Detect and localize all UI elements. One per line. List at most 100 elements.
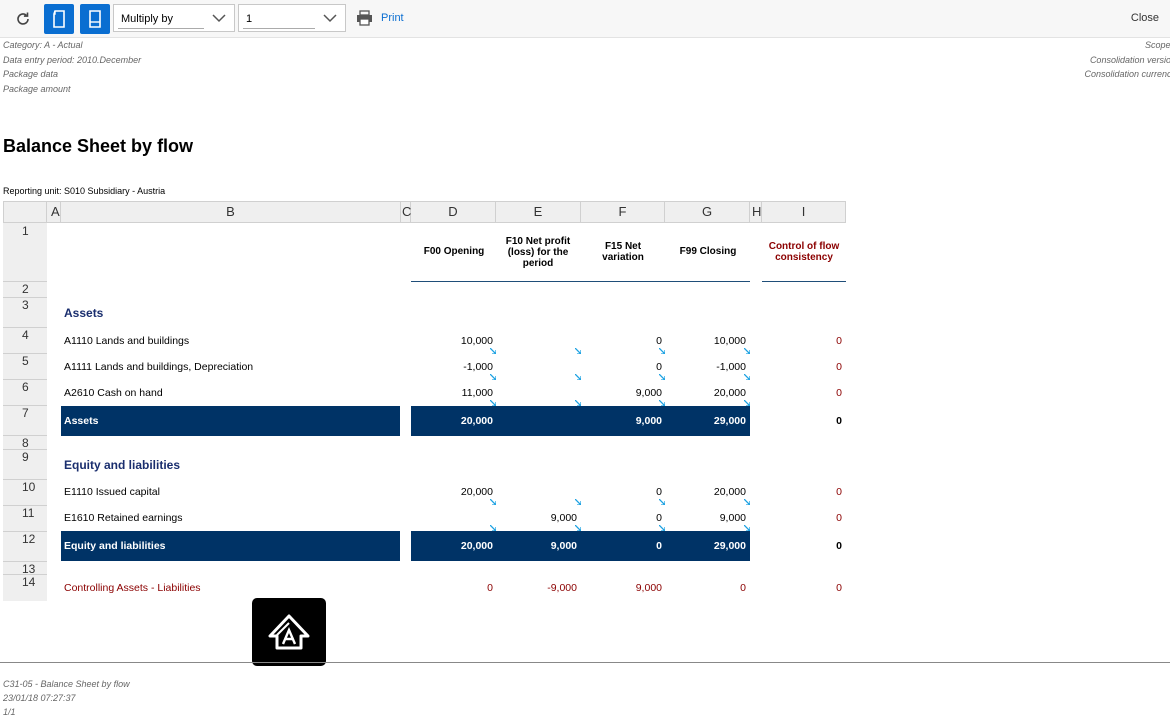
row-header-13[interactable]: 13 bbox=[3, 561, 47, 576]
app-logo bbox=[252, 598, 326, 666]
row-label-e1110: E1110 Issued capital bbox=[64, 486, 160, 498]
drilldown-arrow-icon[interactable] bbox=[490, 400, 496, 406]
reporting-unit: Reporting unit: S010 Subsidiary - Austri… bbox=[3, 186, 166, 196]
close-button[interactable]: Close bbox=[1131, 12, 1159, 24]
column-header-f[interactable]: F bbox=[581, 201, 665, 223]
cell-e1610-f[interactable]: 0 bbox=[581, 512, 662, 524]
column-header-d[interactable]: D bbox=[411, 201, 496, 223]
cell-a1111-f[interactable]: 0 bbox=[581, 361, 662, 373]
drilldown-arrow-icon[interactable] bbox=[659, 400, 665, 406]
column-header-a[interactable]: A bbox=[47, 201, 61, 223]
cell-controlling-f[interactable]: 9,000 bbox=[581, 582, 662, 594]
row-header-4[interactable]: 4 bbox=[3, 327, 47, 353]
row-header-9[interactable]: 9 bbox=[3, 449, 47, 479]
drilldown-arrow-icon[interactable] bbox=[744, 525, 750, 531]
assets-total-g[interactable]: 29,000 bbox=[665, 415, 746, 427]
header-f10-net-profit: F10 Net profit (loss) for the period bbox=[505, 236, 571, 269]
fit-page-button[interactable] bbox=[80, 4, 110, 34]
equity-total-g[interactable]: 29,000 bbox=[665, 540, 746, 552]
footer-divider bbox=[0, 662, 1170, 663]
column-header-g[interactable]: G bbox=[665, 201, 750, 223]
column-header-e[interactable]: E bbox=[496, 201, 581, 223]
cell-e1610-i[interactable]: 0 bbox=[762, 512, 842, 524]
section-equity-liabilities: Equity and liabilities bbox=[64, 458, 181, 472]
drilldown-arrow-icon[interactable] bbox=[490, 499, 496, 505]
column-header-c[interactable]: C bbox=[401, 201, 411, 223]
row-header-14[interactable]: 14 bbox=[3, 574, 47, 601]
cell-e1610-e[interactable]: 9,000 bbox=[496, 512, 577, 524]
cell-controlling-g[interactable]: 0 bbox=[665, 582, 746, 594]
row-header-8[interactable]: 8 bbox=[3, 435, 47, 450]
equity-total-d[interactable]: 20,000 bbox=[411, 540, 493, 552]
drilldown-arrow-icon[interactable] bbox=[744, 374, 750, 380]
row-header-5[interactable]: 5 bbox=[3, 353, 47, 379]
drilldown-arrow-icon[interactable] bbox=[575, 525, 581, 531]
row-header-7[interactable]: 7 bbox=[3, 405, 47, 435]
cell-a2610-i[interactable]: 0 bbox=[762, 387, 842, 399]
cell-e1110-d[interactable]: 20,000 bbox=[411, 486, 493, 498]
drilldown-arrow-icon[interactable] bbox=[744, 400, 750, 406]
cell-controlling-d[interactable]: 0 bbox=[411, 582, 493, 594]
assets-total-f[interactable]: 9,000 bbox=[581, 415, 662, 427]
cell-a1111-d[interactable]: -1,000 bbox=[411, 361, 493, 373]
cell-a2610-f[interactable]: 9,000 bbox=[581, 387, 662, 399]
printer-icon bbox=[357, 10, 372, 26]
cell-a1111-i[interactable]: 0 bbox=[762, 361, 842, 373]
cell-controlling-e[interactable]: -9,000 bbox=[496, 582, 577, 594]
equity-total-e[interactable]: 9,000 bbox=[496, 540, 577, 552]
assets-total-i[interactable]: 0 bbox=[762, 415, 842, 427]
cell-controlling-i[interactable]: 0 bbox=[762, 582, 842, 594]
cell-a2610-g[interactable]: 20,000 bbox=[665, 387, 746, 399]
multiplier-dropdown[interactable]: 1 bbox=[238, 4, 346, 32]
header-f99-closing: F99 Closing bbox=[679, 246, 737, 257]
assets-total-d[interactable]: 20,000 bbox=[411, 415, 493, 427]
corner-cell[interactable] bbox=[3, 201, 47, 223]
drilldown-arrow-icon[interactable] bbox=[659, 499, 665, 505]
drilldown-arrow-icon[interactable] bbox=[575, 374, 581, 380]
drilldown-arrow-icon[interactable] bbox=[659, 374, 665, 380]
cell-a2610-d[interactable]: 11,000 bbox=[411, 387, 493, 399]
cell-a1110-g[interactable]: 10,000 bbox=[665, 335, 746, 347]
row-header-3[interactable]: 3 bbox=[3, 297, 47, 327]
toolbar: Multiply by 1 Print Close bbox=[0, 0, 1170, 38]
drilldown-arrow-icon[interactable] bbox=[744, 348, 750, 354]
drilldown-arrow-icon[interactable] bbox=[490, 525, 496, 531]
drilldown-arrow-icon[interactable] bbox=[659, 525, 665, 531]
drilldown-arrow-icon[interactable] bbox=[575, 348, 581, 354]
column-header-i[interactable]: I bbox=[762, 201, 846, 223]
drilldown-arrow-icon[interactable] bbox=[744, 499, 750, 505]
cell-e1110-i[interactable]: 0 bbox=[762, 486, 842, 498]
column-header-h[interactable]: H bbox=[750, 201, 762, 223]
row-header-1[interactable]: 1 bbox=[3, 223, 47, 281]
multiply-by-dropdown[interactable]: Multiply by bbox=[113, 4, 235, 32]
refresh-button[interactable] bbox=[10, 6, 36, 32]
cell-e1610-g[interactable]: 9,000 bbox=[665, 512, 746, 524]
cell-a1111-g[interactable]: -1,000 bbox=[665, 361, 746, 373]
row-header-10[interactable]: 10 bbox=[3, 479, 47, 505]
report-meta-left: Category: A - Actual Data entry period: … bbox=[3, 38, 141, 96]
print-label: Print bbox=[381, 12, 404, 24]
row-header-12[interactable]: 12 bbox=[3, 531, 47, 561]
drilldown-arrow-icon[interactable] bbox=[659, 348, 665, 354]
equity-total-i[interactable]: 0 bbox=[762, 540, 842, 552]
drilldown-arrow-icon[interactable] bbox=[490, 348, 496, 354]
cell-e1110-f[interactable]: 0 bbox=[581, 486, 662, 498]
meta-consolidation-currency: Consolidation currency bbox=[1084, 69, 1170, 79]
cell-e1110-g[interactable]: 20,000 bbox=[665, 486, 746, 498]
row-header-2[interactable]: 2 bbox=[3, 281, 47, 297]
row-header-6[interactable]: 6 bbox=[3, 379, 47, 405]
drilldown-arrow-icon[interactable] bbox=[575, 400, 581, 406]
equity-total-f[interactable]: 0 bbox=[581, 540, 662, 552]
cell-a1110-d[interactable]: 10,000 bbox=[411, 335, 493, 347]
drilldown-arrow-icon[interactable] bbox=[575, 499, 581, 505]
cell-a1110-f[interactable]: 0 bbox=[581, 335, 662, 347]
print-button[interactable]: Print bbox=[356, 8, 404, 28]
section-assets: Assets bbox=[64, 306, 104, 320]
row-header-11[interactable]: 11 bbox=[3, 505, 47, 531]
column-header-b[interactable]: B bbox=[61, 201, 401, 223]
portrait-view-button[interactable] bbox=[44, 4, 74, 34]
multiply-by-label: Multiply by bbox=[121, 13, 173, 25]
meta-category: Category: A - Actual bbox=[3, 40, 83, 50]
cell-a1110-i[interactable]: 0 bbox=[762, 335, 842, 347]
drilldown-arrow-icon[interactable] bbox=[490, 374, 496, 380]
